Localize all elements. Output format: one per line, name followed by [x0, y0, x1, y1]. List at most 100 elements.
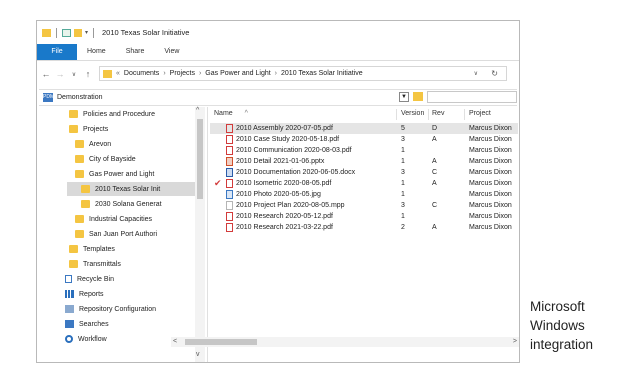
explorer-window: ▾ 2010 Texas Solar Initiative File Home … — [36, 20, 520, 363]
breadcrumb-gas-power-and-light[interactable]: Gas Power and Light — [205, 70, 270, 77]
file-name: 2010 Research 2021-03-22.pdf — [236, 224, 333, 231]
checked-out-icon: ✔ — [214, 178, 222, 188]
file-row[interactable]: 2010 Project Plan 2020-08-05.mpp 3 C Mar… — [210, 200, 518, 211]
tree-item-repository-configuration[interactable]: Repository Configuration — [65, 302, 197, 316]
file-row[interactable]: 2010 Case Study 2020-05-18.pdf 3 A Marcu… — [210, 134, 518, 145]
address-bar[interactable]: « Documents › Projects › Gas Power and L… — [99, 66, 507, 81]
file-project-manager: Marcus Dixon — [469, 136, 512, 143]
tree-item-label: Arevon — [89, 140, 112, 148]
scroll-up-icon[interactable]: ^ — [196, 107, 199, 114]
file-row[interactable]: 2010 Communication 2020-08-03.pdf 1 Marc… — [210, 145, 518, 156]
tree-item-recycle-bin[interactable]: Recycle Bin — [65, 272, 114, 286]
ribbon-tabs: File Home Share View — [37, 44, 519, 61]
properties-icon[interactable] — [62, 28, 71, 37]
tree-item-templates[interactable]: Templates — [69, 242, 115, 256]
file-list: Name ^ Version Rev Project Manager 2010 … — [207, 107, 519, 362]
address-dropdown-chevron-icon[interactable]: ∨ — [474, 70, 478, 77]
file-project-manager: Marcus Dixon — [469, 169, 512, 176]
file-version: 1 — [401, 191, 405, 198]
recent-locations-chevron-icon[interactable]: ∨ — [69, 71, 79, 78]
pptx-file-icon — [226, 157, 233, 166]
file-project-manager: Marcus Dixon — [469, 147, 512, 154]
vault-dropdown-button[interactable]: ▼ — [399, 92, 409, 102]
tab-file[interactable]: File — [37, 44, 77, 60]
file-row[interactable]: 2010 Research 2021-03-22.pdf 2 A Marcus … — [210, 222, 518, 233]
file-row[interactable]: 2010 Documentation 2020-06-05.docx 3 C M… — [210, 167, 518, 178]
horizontal-scroll-thumb[interactable] — [185, 339, 257, 345]
divider — [93, 27, 95, 38]
column-divider[interactable] — [428, 109, 429, 120]
file-rev: A — [432, 180, 437, 187]
file-rev: D — [432, 125, 438, 132]
scroll-right-icon[interactable]: > — [513, 337, 517, 347]
tab-share[interactable]: Share — [116, 44, 155, 60]
refresh-icon[interactable]: ↻ — [491, 69, 498, 78]
tree-item-policies-and-procedure[interactable]: Policies and Procedure — [69, 107, 199, 121]
chevron-down-icon[interactable]: ▾ — [85, 29, 88, 36]
column-header-version[interactable]: Version — [401, 107, 424, 121]
pdf-file-icon — [226, 124, 233, 133]
vault-search-field[interactable] — [427, 91, 517, 103]
tree-item-industrial-capacities[interactable]: Industrial Capacities — [75, 212, 152, 226]
breadcrumb-documents[interactable]: Documents — [124, 70, 159, 77]
pdf-file-icon — [226, 146, 233, 155]
forward-arrow-icon[interactable]: → — [55, 69, 65, 79]
file-rev: A — [432, 224, 437, 231]
tree-item-arevon[interactable]: Arevon — [75, 137, 111, 151]
folder-icon — [69, 110, 78, 118]
tree-item-2030-solana-generating[interactable]: 2030 Solana Generat — [81, 197, 195, 211]
scroll-left-icon[interactable]: < — [173, 337, 177, 347]
tree-scrollbar[interactable]: ^ v — [195, 107, 205, 362]
file-rev: A — [432, 158, 437, 165]
back-arrow-icon[interactable]: ← — [41, 69, 51, 79]
tree-item-label: Recycle Bin — [77, 275, 114, 283]
column-header-name[interactable]: Name ^ — [214, 107, 248, 121]
file-row[interactable]: 2010 Photo 2020-05-05.jpg 1 Marcus Dixon — [210, 189, 518, 200]
tree-item-2010-texas-solar-initiative[interactable]: 2010 Texas Solar Init — [67, 182, 195, 196]
tree-item-san-juan-port-authority[interactable]: San Juan Port Authori — [75, 227, 195, 241]
window-title: 2010 Texas Solar Initiative — [102, 28, 190, 37]
tab-view[interactable]: View — [154, 44, 189, 60]
tree-item-transmittals[interactable]: Transmittals — [69, 257, 121, 271]
folder-icon — [75, 140, 84, 148]
title-bar: ▾ 2010 Texas Solar Initiative — [37, 21, 519, 44]
file-row[interactable]: 2010 Detail 2021-01-06.pptx 1 A Marcus D… — [210, 156, 518, 167]
column-header-project-manager[interactable]: Project Manager — [469, 107, 519, 131]
column-divider[interactable] — [396, 109, 397, 120]
file-row[interactable]: 2010 Research 2020-05-12.pdf 1 Marcus Di… — [210, 211, 518, 222]
column-header-rev[interactable]: Rev — [432, 107, 444, 121]
file-name: 2010 Case Study 2020-05-18.pdf — [236, 136, 340, 143]
vault-name: Demonstration — [57, 94, 103, 101]
tree-item-searches[interactable]: Searches — [65, 317, 109, 331]
workflow-icon — [65, 335, 73, 343]
caption-line: integration — [530, 337, 594, 352]
horizontal-scrollbar[interactable]: < > — [171, 337, 519, 347]
folder-icon[interactable] — [413, 92, 423, 101]
tree-item-reports[interactable]: Reports — [65, 287, 104, 301]
reports-icon — [65, 290, 74, 298]
tree-item-workflow[interactable]: Workflow — [65, 332, 107, 346]
breadcrumb-current-folder[interactable]: 2010 Texas Solar Initiative — [281, 70, 363, 77]
tree-item-label: Searches — [79, 320, 109, 328]
caption-line: Windows — [530, 318, 585, 333]
up-arrow-icon[interactable]: ↑ — [83, 69, 93, 79]
tree-item-city-of-bayside[interactable]: City of Bayside — [75, 152, 136, 166]
folder-icon[interactable] — [42, 28, 51, 37]
tab-home[interactable]: Home — [77, 44, 116, 60]
column-divider[interactable] — [464, 109, 465, 120]
folder-icon — [81, 200, 90, 208]
tree-item-gas-power-and-light[interactable]: Gas Power and Light — [75, 167, 154, 181]
tree-item-label: Policies and Procedure — [83, 110, 155, 118]
tree-item-projects[interactable]: Projects — [69, 122, 108, 136]
file-row[interactable]: 2010 Assembly 2020-07-05.pdf 5 D Marcus … — [210, 123, 518, 134]
breadcrumb-overflow[interactable]: « — [116, 70, 120, 77]
tree-item-label: Repository Configuration — [79, 305, 157, 313]
scroll-down-icon[interactable]: v — [196, 351, 200, 358]
file-name: 2010 Project Plan 2020-08-05.mpp — [236, 202, 345, 209]
new-folder-icon[interactable] — [74, 28, 82, 37]
breadcrumb-projects[interactable]: Projects — [170, 70, 195, 77]
tree-scroll-thumb[interactable] — [197, 119, 203, 199]
file-row[interactable]: ✔ 2010 Isometric 2020-08-05.pdf 1 A Marc… — [210, 178, 518, 189]
folder-icon — [69, 245, 78, 253]
file-name: 2010 Detail 2021-01-06.pptx — [236, 158, 325, 165]
